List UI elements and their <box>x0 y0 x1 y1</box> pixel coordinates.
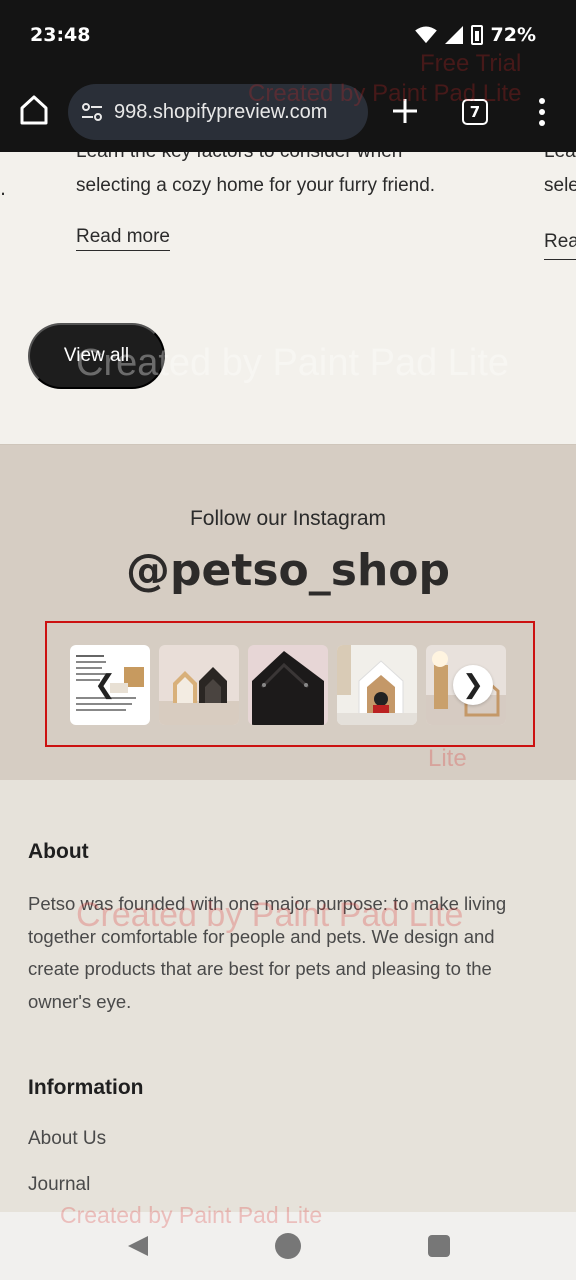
home-nav-icon[interactable] <box>275 1233 301 1259</box>
excerpt-line-1: Learn the key factors to consider when <box>76 152 402 167</box>
tab-switcher-button[interactable]: 7 <box>462 99 488 125</box>
view-all-button[interactable]: View all <box>28 323 165 389</box>
site-settings-icon[interactable] <box>80 100 104 124</box>
blog-section: . Learn the key factors to consider when… <box>0 152 576 444</box>
overflow-menu-icon[interactable] <box>532 96 552 128</box>
prev-card-edge: . <box>0 178 7 200</box>
recents-icon[interactable] <box>428 1235 450 1257</box>
next-card-line-2: sele <box>544 175 576 196</box>
status-icons: 72% <box>414 24 536 46</box>
post-image-pet-houses <box>159 645 239 725</box>
next-card-read-more[interactable]: Rea <box>544 226 576 260</box>
carousel-prev-button[interactable]: ❮ <box>85 665 125 705</box>
read-more-link[interactable]: Read more <box>76 226 170 251</box>
instagram-post-4[interactable] <box>337 645 417 725</box>
instagram-section: Follow our Instagram @petso_shop ❮ ❯ Lit… <box>0 444 576 780</box>
about-text: Petso was founded with one major purpose… <box>28 893 507 1012</box>
browser-toolbar: 998.shopifypreview.com 7 Free Trial Crea… <box>0 50 576 152</box>
footer-link-about-us[interactable]: About Us <box>28 1128 106 1150</box>
instagram-carousel: ❮ ❯ <box>45 621 535 747</box>
about-heading: About <box>28 840 89 863</box>
instagram-post-3[interactable] <box>248 645 328 725</box>
url-text: 998.shopifypreview.com <box>114 100 328 123</box>
next-card-line-1: Lea <box>544 152 576 167</box>
address-bar[interactable]: 998.shopifypreview.com <box>68 84 368 140</box>
post-image-dog-in-house <box>337 645 417 725</box>
excerpt-line-2: selecting a cozy home for your furry fri… <box>76 175 436 196</box>
post-image-black-house <box>248 645 328 725</box>
signal-icon <box>444 26 463 44</box>
home-icon[interactable] <box>16 92 52 128</box>
new-tab-icon[interactable] <box>390 96 420 126</box>
wifi-icon <box>414 26 437 44</box>
battery-icon <box>470 25 483 45</box>
status-bar: 23:48 72% <box>0 0 576 72</box>
system-nav-bar: Created by Paint Pad Lite <box>0 1202 576 1280</box>
battery-level: 72% <box>490 24 536 46</box>
clock: 23:48 <box>30 24 91 46</box>
footer-link-journal[interactable]: Journal <box>28 1174 90 1196</box>
instagram-handle[interactable]: @petso_shop <box>0 545 576 596</box>
footer: About Petso was founded with one major p… <box>0 780 576 1212</box>
back-icon[interactable] <box>126 1234 150 1258</box>
instagram-kicker: Follow our Instagram <box>189 507 387 530</box>
instagram-post-2[interactable] <box>159 645 239 725</box>
information-heading: Information <box>28 1076 144 1099</box>
watermark-lite: Lite <box>428 745 467 772</box>
carousel-next-button[interactable]: ❯ <box>453 665 493 705</box>
